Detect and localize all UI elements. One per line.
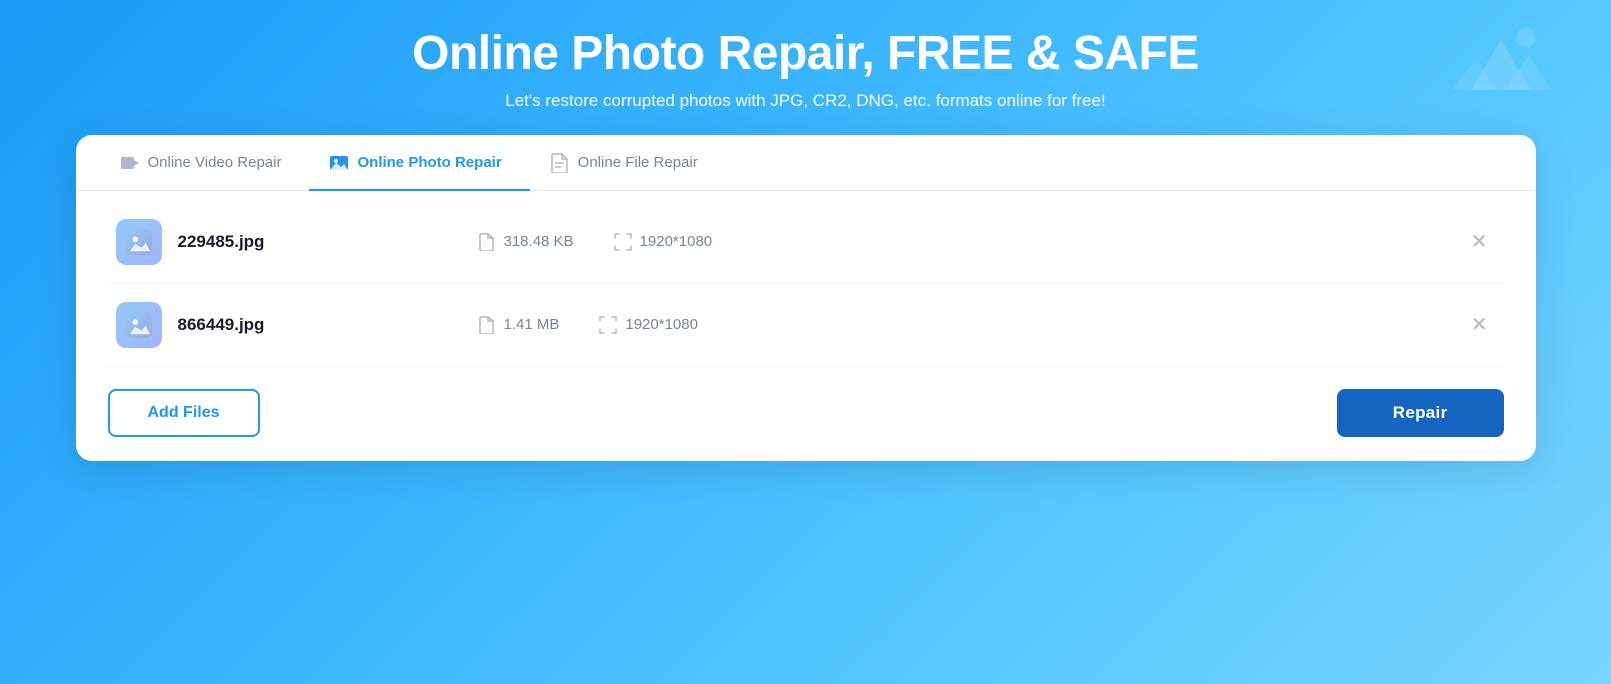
file-name-1: 229485.jpg	[178, 232, 398, 252]
repair-button[interactable]: Repair	[1337, 389, 1504, 437]
photo-icon	[329, 153, 349, 173]
expand-icon-2	[599, 316, 617, 334]
card-footer: Add Files Repair	[76, 367, 1536, 437]
tab-file-label: Online File Repair	[578, 154, 698, 171]
file-dimensions-2: 1920*1080	[599, 316, 698, 334]
file-size-2: 1.41 MB	[478, 316, 560, 334]
main-card: Online Video Repair Online Photo Repair	[76, 135, 1536, 461]
expand-icon-1	[614, 233, 632, 251]
file-meta-1: 318.48 KB 1920*1080	[478, 233, 1463, 251]
video-icon	[120, 153, 140, 173]
file-name-2: 866449.jpg	[178, 315, 398, 335]
remove-file-2-button[interactable]: ✕	[1463, 308, 1496, 341]
header-section: Online Photo Repair, FREE & SAFE Let's r…	[412, 0, 1199, 135]
file-thumbnail-1	[116, 219, 162, 265]
file-doc-icon-1	[478, 233, 496, 251]
tab-video-repair[interactable]: Online Video Repair	[100, 135, 310, 191]
add-files-button[interactable]: Add Files	[108, 389, 260, 437]
file-dimensions-1: 1920*1080	[614, 233, 713, 251]
tab-photo-label: Online Photo Repair	[357, 154, 501, 171]
file-meta-2: 1.41 MB 1920*1080	[478, 316, 1463, 334]
file-dimensions-value-2: 1920*1080	[625, 316, 698, 333]
file-size-1: 318.48 KB	[478, 233, 574, 251]
deco-landscape-icon	[1451, 20, 1551, 105]
file-list: 229485.jpg 318.48 KB	[76, 201, 1536, 367]
tab-file-repair[interactable]: Online File Repair	[530, 135, 726, 191]
main-title: Online Photo Repair, FREE & SAFE	[412, 28, 1199, 81]
table-row: 229485.jpg 318.48 KB	[108, 201, 1504, 284]
remove-file-1-button[interactable]: ✕	[1463, 225, 1496, 258]
file-size-value-2: 1.41 MB	[504, 316, 560, 333]
tab-video-label: Online Video Repair	[148, 154, 282, 171]
file-size-value-1: 318.48 KB	[504, 233, 574, 250]
subtitle: Let's restore corrupted photos with JPG,…	[412, 91, 1199, 111]
file-dimensions-value-1: 1920*1080	[640, 233, 713, 250]
file-doc-icon-2	[478, 316, 496, 334]
tab-bar: Online Video Repair Online Photo Repair	[76, 135, 1536, 191]
file-thumbnail-2	[116, 302, 162, 348]
tab-photo-repair[interactable]: Online Photo Repair	[309, 135, 529, 191]
file-icon	[550, 153, 570, 173]
table-row: 866449.jpg 1.41 MB	[108, 284, 1504, 367]
